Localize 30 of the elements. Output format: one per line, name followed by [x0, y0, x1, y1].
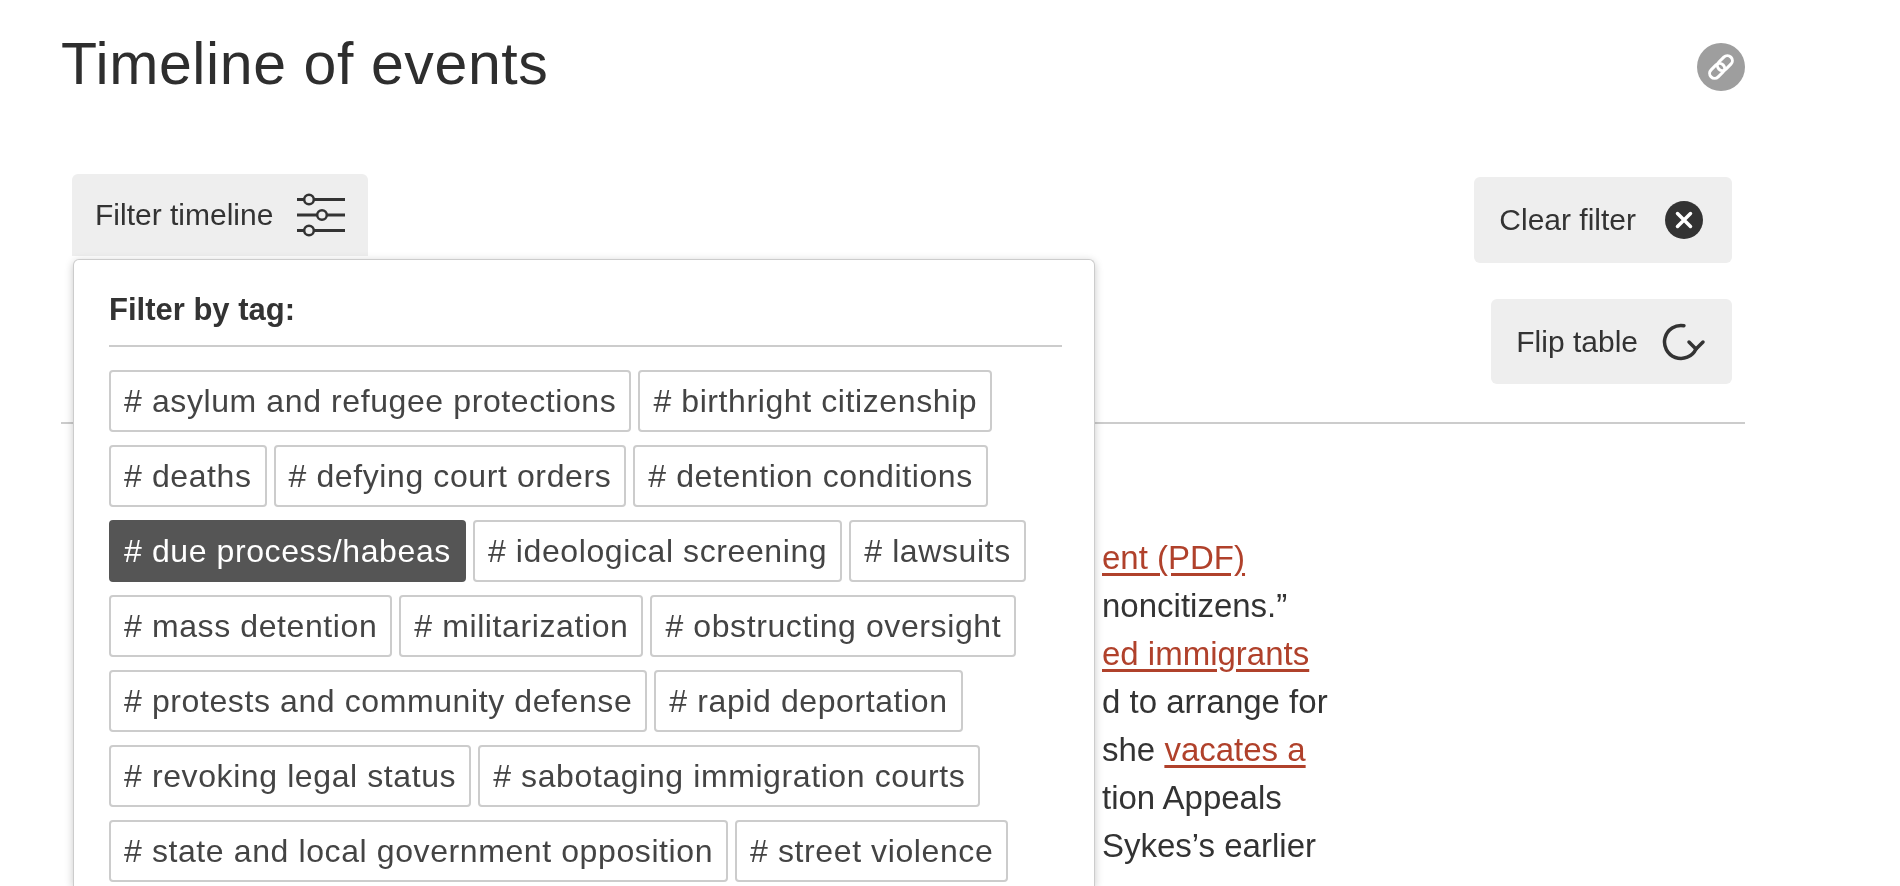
clear-filter-button[interactable]: Clear filter: [1474, 177, 1732, 263]
tag-button[interactable]: # asylum and refugee protections: [109, 370, 632, 432]
tag-button[interactable]: # ideological screening: [472, 520, 843, 582]
tag-button[interactable]: # street violence: [735, 820, 1009, 882]
tag-button[interactable]: # defying court orders: [273, 445, 627, 507]
tag-button[interactable]: # rapid deportation: [654, 670, 963, 732]
tag-button[interactable]: # sabotaging immigration courts: [478, 745, 981, 807]
tag-button[interactable]: # state and local government opposition: [109, 820, 729, 882]
page-title: Timeline of events: [61, 30, 549, 99]
tag-button[interactable]: # detention conditions: [633, 445, 988, 507]
tag-button[interactable]: # mass detention: [109, 595, 393, 657]
tag-button[interactable]: # lawsuits: [849, 520, 1026, 582]
tag-button[interactable]: # deaths: [109, 445, 267, 507]
panel-heading: Filter by tag:: [109, 291, 296, 329]
sliders-icon: [297, 193, 346, 237]
article-link[interactable]: vacates a: [1164, 731, 1306, 768]
tag-button[interactable]: # obstructing oversight: [650, 595, 1017, 657]
filter-button[interactable]: Filter timeline: [72, 174, 369, 256]
tag-button[interactable]: # revoking legal status: [109, 745, 472, 807]
tag-button[interactable]: # protests and community defense: [109, 670, 648, 732]
article-link[interactable]: ed immigrants: [1102, 635, 1310, 672]
tag-button[interactable]: # militarization: [399, 595, 644, 657]
tag-button[interactable]: # due process/habeas: [109, 520, 466, 582]
link-icon[interactable]: [1697, 43, 1745, 91]
flip-table-button[interactable]: Flip table: [1491, 299, 1732, 384]
article-paragraph: ent (PDF) noncitizens.” ed immigrants d to arrange for she vacates a tion Appeals Sykes’s earlier: [1102, 538, 1328, 866]
rotate-icon: [1662, 321, 1706, 362]
close-icon: [1665, 201, 1703, 239]
tag-button[interactable]: # birthright citizenship: [638, 370, 993, 432]
article-link[interactable]: ent (PDF): [1102, 539, 1246, 576]
